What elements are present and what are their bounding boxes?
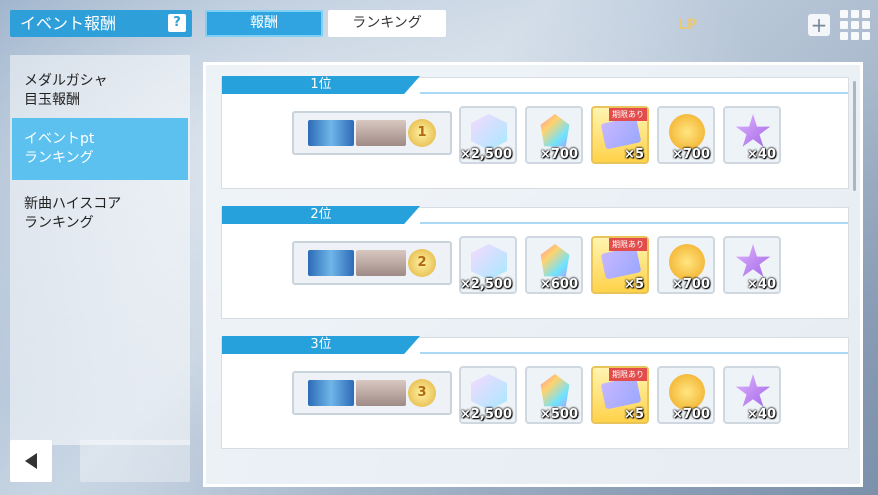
tab-ranking[interactable]: ランキング <box>328 10 446 37</box>
reward-item[interactable]: 期限あり ×5 <box>591 106 649 164</box>
silver-crystal-icon <box>471 244 507 280</box>
purple-star-icon <box>735 244 771 277</box>
emblem-icon <box>308 250 354 276</box>
rank-card: 3位 3 ×2,500 ×500 期限あり ×5 ×700 ×40 <box>221 336 849 449</box>
purple-star-icon <box>735 374 771 407</box>
back-button[interactable] <box>10 440 52 482</box>
reward-quantity: ×700 <box>671 147 710 162</box>
reward-quantity: ×2,500 <box>459 407 512 422</box>
divider <box>420 222 848 224</box>
reward-quantity: ×40 <box>747 407 776 422</box>
reward-item[interactable]: ×700 <box>525 106 583 164</box>
top-right-controls: LP + <box>678 10 870 40</box>
reward-quantity: ×40 <box>747 147 776 162</box>
page-title-text: イベント報酬 <box>20 14 117 33</box>
reward-quantity: ×700 <box>539 147 578 162</box>
reward-item[interactable]: 期限あり ×5 <box>591 236 649 294</box>
menu-grid-icon[interactable] <box>840 10 870 40</box>
gacha-ticket-icon <box>600 116 642 150</box>
reward-quantity: ×40 <box>747 277 776 292</box>
reward-quantity: ×700 <box>671 407 710 422</box>
rainbow-crystal-icon <box>540 244 570 277</box>
reward-item[interactable]: ×2,500 <box>459 236 517 294</box>
reward-item[interactable]: ×700 <box>657 106 715 164</box>
scrollbar[interactable] <box>853 81 856 191</box>
silver-crystal-icon <box>471 114 507 150</box>
disabled-button <box>80 440 190 482</box>
rank-label: 1位 <box>222 76 420 94</box>
emblem-icon <box>308 380 354 406</box>
emblem-icon <box>308 120 354 146</box>
reward-quantity: ×5 <box>624 407 644 422</box>
reward-item[interactable]: ×40 <box>723 236 781 294</box>
purple-star-icon <box>735 114 771 147</box>
reward-item[interactable]: 期限あり ×5 <box>591 366 649 424</box>
rank-badge: 2 <box>408 249 436 277</box>
portrait-icon <box>356 250 406 276</box>
rank-badge: 1 <box>408 119 436 147</box>
reward-item[interactable]: ×2,500 <box>459 106 517 164</box>
help-button[interactable]: ? <box>168 14 186 32</box>
reward-item[interactable]: ×700 <box>657 236 715 294</box>
reward-item[interactable]: ×40 <box>723 366 781 424</box>
title-reward[interactable]: 2 <box>292 241 452 285</box>
reward-quantity: ×2,500 <box>459 277 512 292</box>
rank-card: 1位 1 ×2,500 ×700 期限あり ×5 ×700 ×40 <box>221 76 849 189</box>
expiry-tag: 期限あり <box>609 238 647 251</box>
rank-label: 2位 <box>222 206 420 224</box>
portrait-icon <box>356 120 406 146</box>
reward-item[interactable]: ×700 <box>657 366 715 424</box>
reward-item[interactable]: ×500 <box>525 366 583 424</box>
gacha-ticket-icon <box>600 246 642 280</box>
rank-badge: 3 <box>408 379 436 407</box>
page-title: イベント報酬 ? <box>10 10 192 37</box>
reward-quantity: ×600 <box>539 277 578 292</box>
expiry-tag: 期限あり <box>609 108 647 121</box>
reward-quantity: ×5 <box>624 147 644 162</box>
sidebar-item-highscore-ranking[interactable]: 新曲ハイスコア ランキング <box>12 183 188 245</box>
sidebar-item-medal-gacha[interactable]: メダルガシャ 目玉報酬 <box>12 60 188 122</box>
reward-quantity: ×2,500 <box>459 147 512 162</box>
reward-item[interactable]: ×600 <box>525 236 583 294</box>
reward-quantity: ×700 <box>671 277 710 292</box>
reward-item[interactable]: ×2,500 <box>459 366 517 424</box>
gold-medal-icon <box>669 114 705 150</box>
title-reward[interactable]: 1 <box>292 111 452 155</box>
lp-indicator: LP <box>678 17 698 33</box>
divider <box>420 92 848 94</box>
rainbow-crystal-icon <box>540 114 570 147</box>
portrait-icon <box>356 380 406 406</box>
rainbow-crystal-icon <box>540 374 570 407</box>
expiry-tag: 期限あり <box>609 368 647 381</box>
sidebar: メダルガシャ 目玉報酬 イベントpt ランキング 新曲ハイスコア ランキング <box>10 55 190 445</box>
rank-label: 3位 <box>222 336 420 354</box>
reward-quantity: ×500 <box>539 407 578 422</box>
divider <box>420 352 848 354</box>
gacha-ticket-icon <box>600 376 642 410</box>
reward-quantity: ×5 <box>624 277 644 292</box>
reward-list-panel[interactable]: 1位 1 ×2,500 ×700 期限あり ×5 ×700 ×40 2位 2 ×… <box>203 62 863 487</box>
tab-rewards[interactable]: 報酬 <box>205 10 323 37</box>
title-reward[interactable]: 3 <box>292 371 452 415</box>
back-arrow-icon <box>25 453 37 469</box>
silver-crystal-icon <box>471 374 507 410</box>
gold-medal-icon <box>669 374 705 410</box>
plus-icon[interactable]: + <box>808 14 830 36</box>
rank-card: 2位 2 ×2,500 ×600 期限あり ×5 ×700 ×40 <box>221 206 849 319</box>
sidebar-item-event-pt-ranking[interactable]: イベントpt ランキング <box>12 118 188 180</box>
gold-medal-icon <box>669 244 705 280</box>
reward-item[interactable]: ×40 <box>723 106 781 164</box>
